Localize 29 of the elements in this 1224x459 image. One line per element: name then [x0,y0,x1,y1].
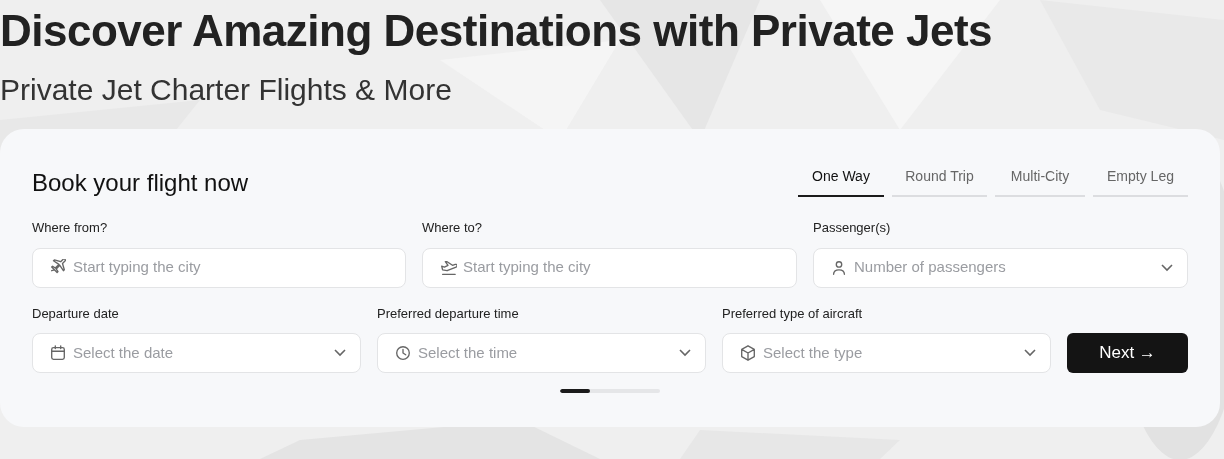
calendar-icon [49,344,67,362]
person-icon [830,258,848,277]
trip-type-tab[interactable]: One Way [798,157,884,197]
select-field[interactable]: Select the date [32,333,361,373]
cube-icon [739,344,757,362]
chevron-down-icon [1161,263,1173,272]
trip-type-tab[interactable]: Round Trip [892,157,987,197]
input-field[interactable]: Start typing the city [422,247,797,288]
trip-type-tab[interactable]: Empty Leg [1093,157,1188,197]
field-label: Where from? [32,219,108,237]
next-button[interactable]: Next → [1067,333,1188,373]
field-label: Preferred type of aircraft [722,304,863,323]
field-label: Where to? [422,219,482,237]
select-field[interactable]: Select the type [722,333,1051,373]
select-field[interactable]: Number of passengers [813,247,1188,288]
chevron-down-icon [1024,349,1036,357]
chevron-down-icon [334,349,346,357]
plane-icon [439,258,457,277]
hero-title: Discover Amazing Destinations with Private Jets [0,5,993,57]
hero-subtitle: Private Jet Charter Flights & More [0,72,452,108]
clock-icon [394,344,412,362]
input-field[interactable]: Start typing the city [32,247,406,288]
field-label: Departure date [32,304,119,323]
select-field[interactable]: Select the time [377,333,706,373]
trip-type-tab[interactable]: Multi-City [995,157,1085,197]
booking-title: Book your flight now [32,168,249,198]
field-label: Passenger(s) [813,219,891,237]
field-label: Preferred departure time [377,304,519,323]
chevron-down-icon [679,349,691,357]
